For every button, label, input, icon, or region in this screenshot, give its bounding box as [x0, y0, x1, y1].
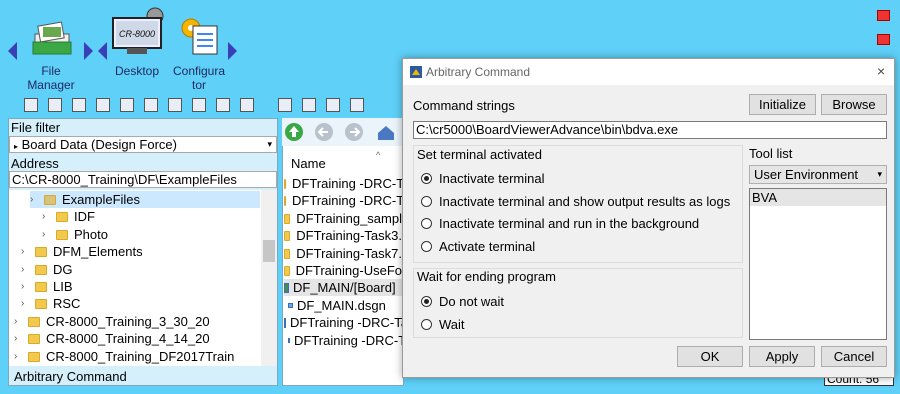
tool-list-label: Tool list: [749, 146, 793, 161]
desktop-monitor-badge: CR-8000: [119, 29, 155, 39]
tool-list-box[interactable]: BVA: [749, 188, 887, 340]
list-item[interactable]: DF_MAIN.dsgn: [288, 297, 406, 314]
list-item[interactable]: DFTraining-Task7.: [284, 245, 402, 262]
launcher-desktop[interactable]: CR-8000 Desktop: [106, 4, 168, 78]
tree-item-training-df2017[interactable]: › CR-8000_Training_DF2017Train: [14, 348, 234, 365]
launcher-file-manager[interactable]: File Manager: [20, 4, 82, 92]
tree-item-dg[interactable]: › DG: [21, 261, 73, 278]
app-icon: [410, 66, 422, 78]
list-item[interactable]: DFTraining -DRC-Ta: [284, 314, 402, 331]
tree-item-training-4-14-20[interactable]: › CR-8000_Training_4_14_20: [14, 330, 210, 347]
forward-icon[interactable]: [216, 98, 230, 112]
file-filter-label: File filter: [11, 120, 61, 135]
tool-list-select[interactable]: User Environment ▾: [749, 165, 887, 184]
command-strings-label: Command strings: [413, 98, 515, 113]
desktop-monitor-icon: CR-8000: [106, 4, 168, 58]
list-item[interactable]: DFTraining -DRC-T: [284, 192, 402, 209]
tree-item-photo[interactable]: › Photo: [42, 226, 108, 243]
chevron-down-icon: ▾: [267, 139, 272, 149]
configurator-icon: [168, 4, 230, 58]
file-filter-value: Board Data (Design Force): [21, 137, 177, 152]
delete-icon[interactable]: [144, 98, 158, 112]
back-icon[interactable]: [192, 98, 206, 112]
list-item[interactable]: DFTraining -DRC-T: [284, 175, 402, 192]
save-icon[interactable]: [24, 98, 38, 112]
file-manager-icon: [20, 4, 82, 58]
launcher-configurator[interactable]: Configura tor: [168, 4, 230, 92]
tree-item-examplefiles[interactable]: › ExampleFiles: [30, 191, 260, 208]
restore-window-icon[interactable]: [877, 34, 890, 45]
tree-item-dfm-elements[interactable]: › DFM_Elements: [21, 243, 143, 260]
radio-inactivate-terminal[interactable]: Inactivate terminal: [421, 171, 545, 186]
list-item[interactable]: DFTraining -DRC-T: [288, 332, 406, 349]
apply-button[interactable]: Apply: [749, 346, 815, 367]
ok-button[interactable]: OK: [677, 346, 743, 367]
tree-scrollbar[interactable]: [261, 190, 277, 366]
tool-list-select-value: User Environment: [754, 167, 859, 182]
properties-icon[interactable]: [240, 98, 254, 112]
edit-icon[interactable]: [168, 98, 182, 112]
view-icon[interactable]: [326, 98, 340, 112]
dialog-title: Arbitrary Command: [426, 65, 531, 79]
arbitrary-command-dialog: Arbitrary Command × Command strings Init…: [402, 58, 895, 378]
radio-wait[interactable]: Wait: [421, 317, 465, 332]
radio-activate-terminal[interactable]: Activate terminal: [421, 239, 535, 254]
list-item[interactable]: DFTraining-Task3.: [284, 227, 402, 244]
launcher-prev-arrow-icon[interactable]: [8, 42, 17, 60]
sort-ascending-icon: ^: [376, 150, 381, 160]
launcher-next-arrow-icon-2[interactable]: [228, 42, 237, 60]
file-filter-select[interactable]: ▸ Board Data (Design Force) ▾: [9, 136, 277, 153]
close-window-icon[interactable]: [877, 10, 890, 21]
terminal-group-label: Set terminal activated: [417, 147, 543, 162]
initialize-button[interactable]: Initialize: [749, 94, 816, 115]
tree-item-idf[interactable]: › IDF: [42, 208, 95, 225]
launcher-desktop-label: Desktop: [114, 64, 160, 78]
cancel-button[interactable]: Cancel: [821, 346, 887, 367]
address-label: Address: [11, 156, 59, 171]
radio-inactivate-terminal-logs[interactable]: Inactivate terminal and show output resu…: [421, 194, 730, 209]
details-icon[interactable]: [350, 98, 364, 112]
address-input[interactable]: C:\CR-8000_Training\DF\ExampleFiles: [9, 171, 277, 188]
new-icon[interactable]: [120, 98, 134, 112]
refresh-icon[interactable]: [278, 98, 292, 112]
cut-icon[interactable]: [72, 98, 86, 112]
launcher-file-manager-label: File Manager: [27, 64, 75, 92]
launcher-configurator-label: Configura tor: [172, 64, 226, 92]
radio-inactivate-terminal-background[interactable]: Inactivate terminal and run in the backg…: [421, 216, 699, 231]
wait-group-label: Wait for ending program: [417, 269, 556, 284]
file-list-toolbar: [282, 118, 404, 146]
list-item[interactable]: DFTraining_sampl: [284, 210, 402, 227]
tree-item-training-3-30-20[interactable]: › CR-8000_Training_3_30_20: [14, 313, 210, 330]
paste-icon[interactable]: [96, 98, 110, 112]
chevron-down-icon: ▾: [877, 169, 882, 179]
command-input[interactable]: C:\cr5000\BoardViewerAdvance\bin\bdva.ex…: [413, 121, 887, 139]
radio-do-not-wait[interactable]: Do not wait: [421, 294, 504, 309]
tool-list-item-bva[interactable]: BVA: [750, 189, 886, 206]
list-item[interactable]: DF_MAIN/[Board]: [284, 279, 402, 296]
copy-icon[interactable]: [48, 98, 62, 112]
column-header-name[interactable]: Name: [291, 156, 326, 171]
tree-item-rsc[interactable]: › RSC: [21, 295, 80, 312]
list-item[interactable]: DFTraining-UseFo: [284, 262, 402, 279]
status-text: Arbitrary Command: [14, 369, 127, 384]
launcher-next-arrow-icon[interactable]: [84, 42, 93, 60]
mail-icon[interactable]: [302, 98, 316, 112]
browse-button[interactable]: Browse: [821, 94, 887, 115]
tree-item-lib[interactable]: › LIB: [21, 278, 73, 295]
close-icon[interactable]: ×: [877, 63, 885, 79]
